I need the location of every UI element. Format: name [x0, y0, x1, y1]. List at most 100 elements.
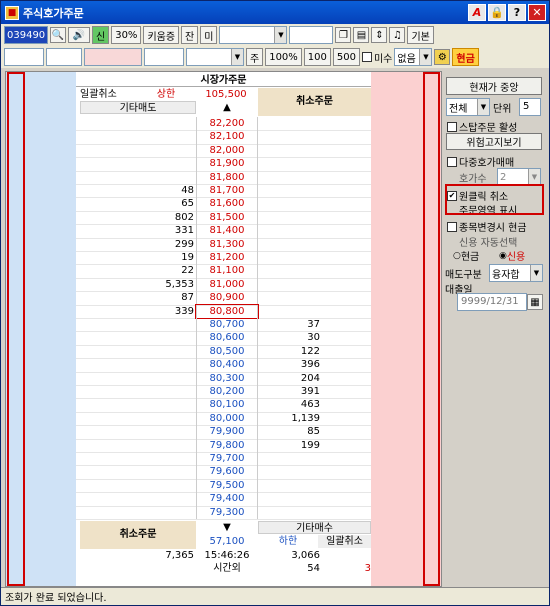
row-divider: [76, 519, 371, 520]
buy-qty-cell: [258, 465, 320, 478]
a-icon[interactable]: A: [468, 4, 486, 21]
buy-price-cell[interactable]: 79,300: [196, 505, 258, 519]
radio-credit[interactable]: ◉ 신용: [499, 248, 525, 264]
order-field-4[interactable]: [144, 48, 184, 66]
close-icon[interactable]: ✕: [528, 4, 546, 21]
lower-limit-price: 57,100: [209, 536, 245, 547]
search-icon[interactable]: 🔍: [50, 27, 66, 43]
copy-icon[interactable]: ❐: [335, 27, 352, 43]
quantity-select[interactable]: ▼: [186, 48, 244, 66]
misu-select[interactable]: 없음 ▼: [394, 48, 433, 66]
sell-price-cell[interactable]: 82,100: [196, 130, 258, 144]
buy-qty-cell: 391: [300, 386, 320, 397]
sell-price-cell[interactable]: 80,900: [196, 291, 258, 305]
window-title: 주식호가주문: [23, 6, 84, 20]
cash-button[interactable]: 현금: [452, 48, 479, 66]
order-field-2[interactable]: [46, 48, 82, 66]
lock-icon[interactable]: 🔒: [488, 4, 506, 21]
buy-price-cell[interactable]: 79,900: [196, 425, 258, 439]
sell-price-cell[interactable]: 81,600: [196, 197, 258, 211]
buy-price-cell[interactable]: 80,200: [196, 385, 258, 399]
market-order-select[interactable]: 시장가주문: [76, 74, 371, 88]
stock-change-checkbox[interactable]: 종목변경시 현금: [447, 219, 527, 234]
qty-500-button[interactable]: 500: [332, 48, 360, 66]
title-bar[interactable]: ■ 주식호가주문 A 🔒 ? ✕: [1, 1, 549, 24]
basic-button[interactable]: 기본: [407, 26, 434, 44]
sell-type-select[interactable]: 융자합 ▼: [489, 264, 543, 282]
buy-qty-cell: [258, 452, 320, 465]
buy-price-cell[interactable]: 79,600: [196, 465, 258, 479]
radio-cash[interactable]: ○ 현금: [453, 248, 479, 264]
sell-price-cell[interactable]: 81,700: [196, 184, 258, 198]
buy-price-cell[interactable]: 80,300: [196, 371, 258, 385]
percent-100-button[interactable]: 100%: [265, 48, 302, 66]
misu-checkbox[interactable]: 미수: [361, 50, 392, 65]
all-select[interactable]: 전체 ▼: [446, 98, 490, 116]
after-hours-value: 3: [364, 563, 371, 574]
risk-notice-button[interactable]: 위험고지보기: [446, 133, 542, 150]
buy-price-cell[interactable]: 80,700: [196, 318, 258, 332]
buy-price-cell[interactable]: 79,800: [196, 438, 258, 452]
buy-price-cell[interactable]: 80,400: [196, 358, 258, 372]
buy-price-cell[interactable]: 80,600: [196, 331, 258, 345]
sell-qty-cell: 48: [181, 185, 194, 196]
broker-button[interactable]: 키움증: [143, 26, 180, 44]
sell-price-cell[interactable]: 81,300: [196, 237, 258, 251]
sell-price-cell[interactable]: 81,800: [196, 170, 258, 184]
sell-price-cell[interactable]: 81,200: [196, 251, 258, 265]
sell-price-cell[interactable]: 81,500: [196, 210, 258, 225]
scroll-up-icon[interactable]: ⇕: [371, 27, 388, 43]
after-hours-qty: 54: [307, 563, 320, 574]
unit-label: 단위: [493, 104, 512, 115]
sell-qty-cell: 87: [181, 292, 194, 304]
order-field-3[interactable]: [84, 48, 142, 66]
down-arrow-icon[interactable]: ▼: [196, 521, 258, 534]
balance-button[interactable]: 잔: [181, 26, 199, 44]
sell-price-cell[interactable]: 81,100: [196, 264, 258, 278]
sell-price-cell[interactable]: 80,800: [195, 303, 259, 320]
account-select[interactable]: ▼: [219, 26, 288, 44]
buy-qty-cell: 37: [307, 319, 320, 330]
sell-price-cell[interactable]: 81,000: [196, 277, 258, 292]
document-icon[interactable]: ▤: [353, 27, 370, 43]
center-price-button[interactable]: 현재가 중앙: [446, 77, 542, 95]
buy-price-cell[interactable]: 80,500: [196, 344, 258, 359]
speaker-icon[interactable]: 🔊: [68, 27, 90, 43]
unfilled-button[interactable]: 미: [200, 26, 218, 44]
buy-price-cell[interactable]: 80,000: [196, 411, 258, 426]
cancel-all-sell-button[interactable]: 일괄취소: [80, 88, 134, 101]
sell-qty-cell: 299: [174, 238, 194, 250]
sell-price-cell[interactable]: 81,900: [196, 157, 258, 171]
password-field[interactable]: [289, 26, 334, 44]
buy-price-cell[interactable]: 80,100: [196, 398, 258, 412]
cancel-all-buy-button[interactable]: 일괄취소: [318, 535, 371, 549]
right-highlight-box: [423, 72, 440, 586]
stop-order-checkbox[interactable]: 스탑주문 활성: [447, 119, 517, 134]
etc-sell-label: 기타매도: [80, 101, 196, 115]
loan-date-input[interactable]: 9999/12/31: [457, 293, 527, 311]
percent-button[interactable]: 30%: [111, 26, 142, 44]
settings-icon[interactable]: ⚙: [434, 49, 451, 65]
music-icon[interactable]: ♫: [389, 27, 406, 43]
credit-button[interactable]: 신: [92, 26, 110, 44]
help-icon[interactable]: ?: [508, 4, 526, 21]
unit-input[interactable]: 5: [519, 98, 541, 116]
sell-qty-cell: 22: [181, 265, 194, 277]
sell-price-cell[interactable]: 82,200: [196, 117, 258, 131]
qty-100-button[interactable]: 100: [303, 48, 331, 66]
stock-code-input[interactable]: 039490: [4, 26, 48, 44]
sell-price-cell[interactable]: 82,000: [196, 143, 258, 158]
order-field-1[interactable]: [4, 48, 44, 66]
upper-limit-label: 상한: [156, 89, 176, 100]
cancel-order-bottom[interactable]: 취소주문: [80, 521, 196, 549]
buy-price-cell[interactable]: 79,400: [196, 492, 258, 506]
up-arrow-icon[interactable]: ▲: [196, 101, 258, 114]
sell-qty-cell: [134, 130, 194, 143]
cancel-order-top[interactable]: 취소주문: [258, 88, 371, 116]
multi-hoga-checkbox[interactable]: 다중호가매매: [447, 154, 514, 169]
calendar-icon[interactable]: ▦: [527, 294, 543, 310]
share-unit-button[interactable]: 주: [246, 48, 264, 66]
sell-price-cell[interactable]: 81,400: [196, 224, 258, 238]
buy-price-cell[interactable]: 79,700: [196, 452, 258, 466]
buy-price-cell[interactable]: 79,500: [196, 478, 258, 493]
